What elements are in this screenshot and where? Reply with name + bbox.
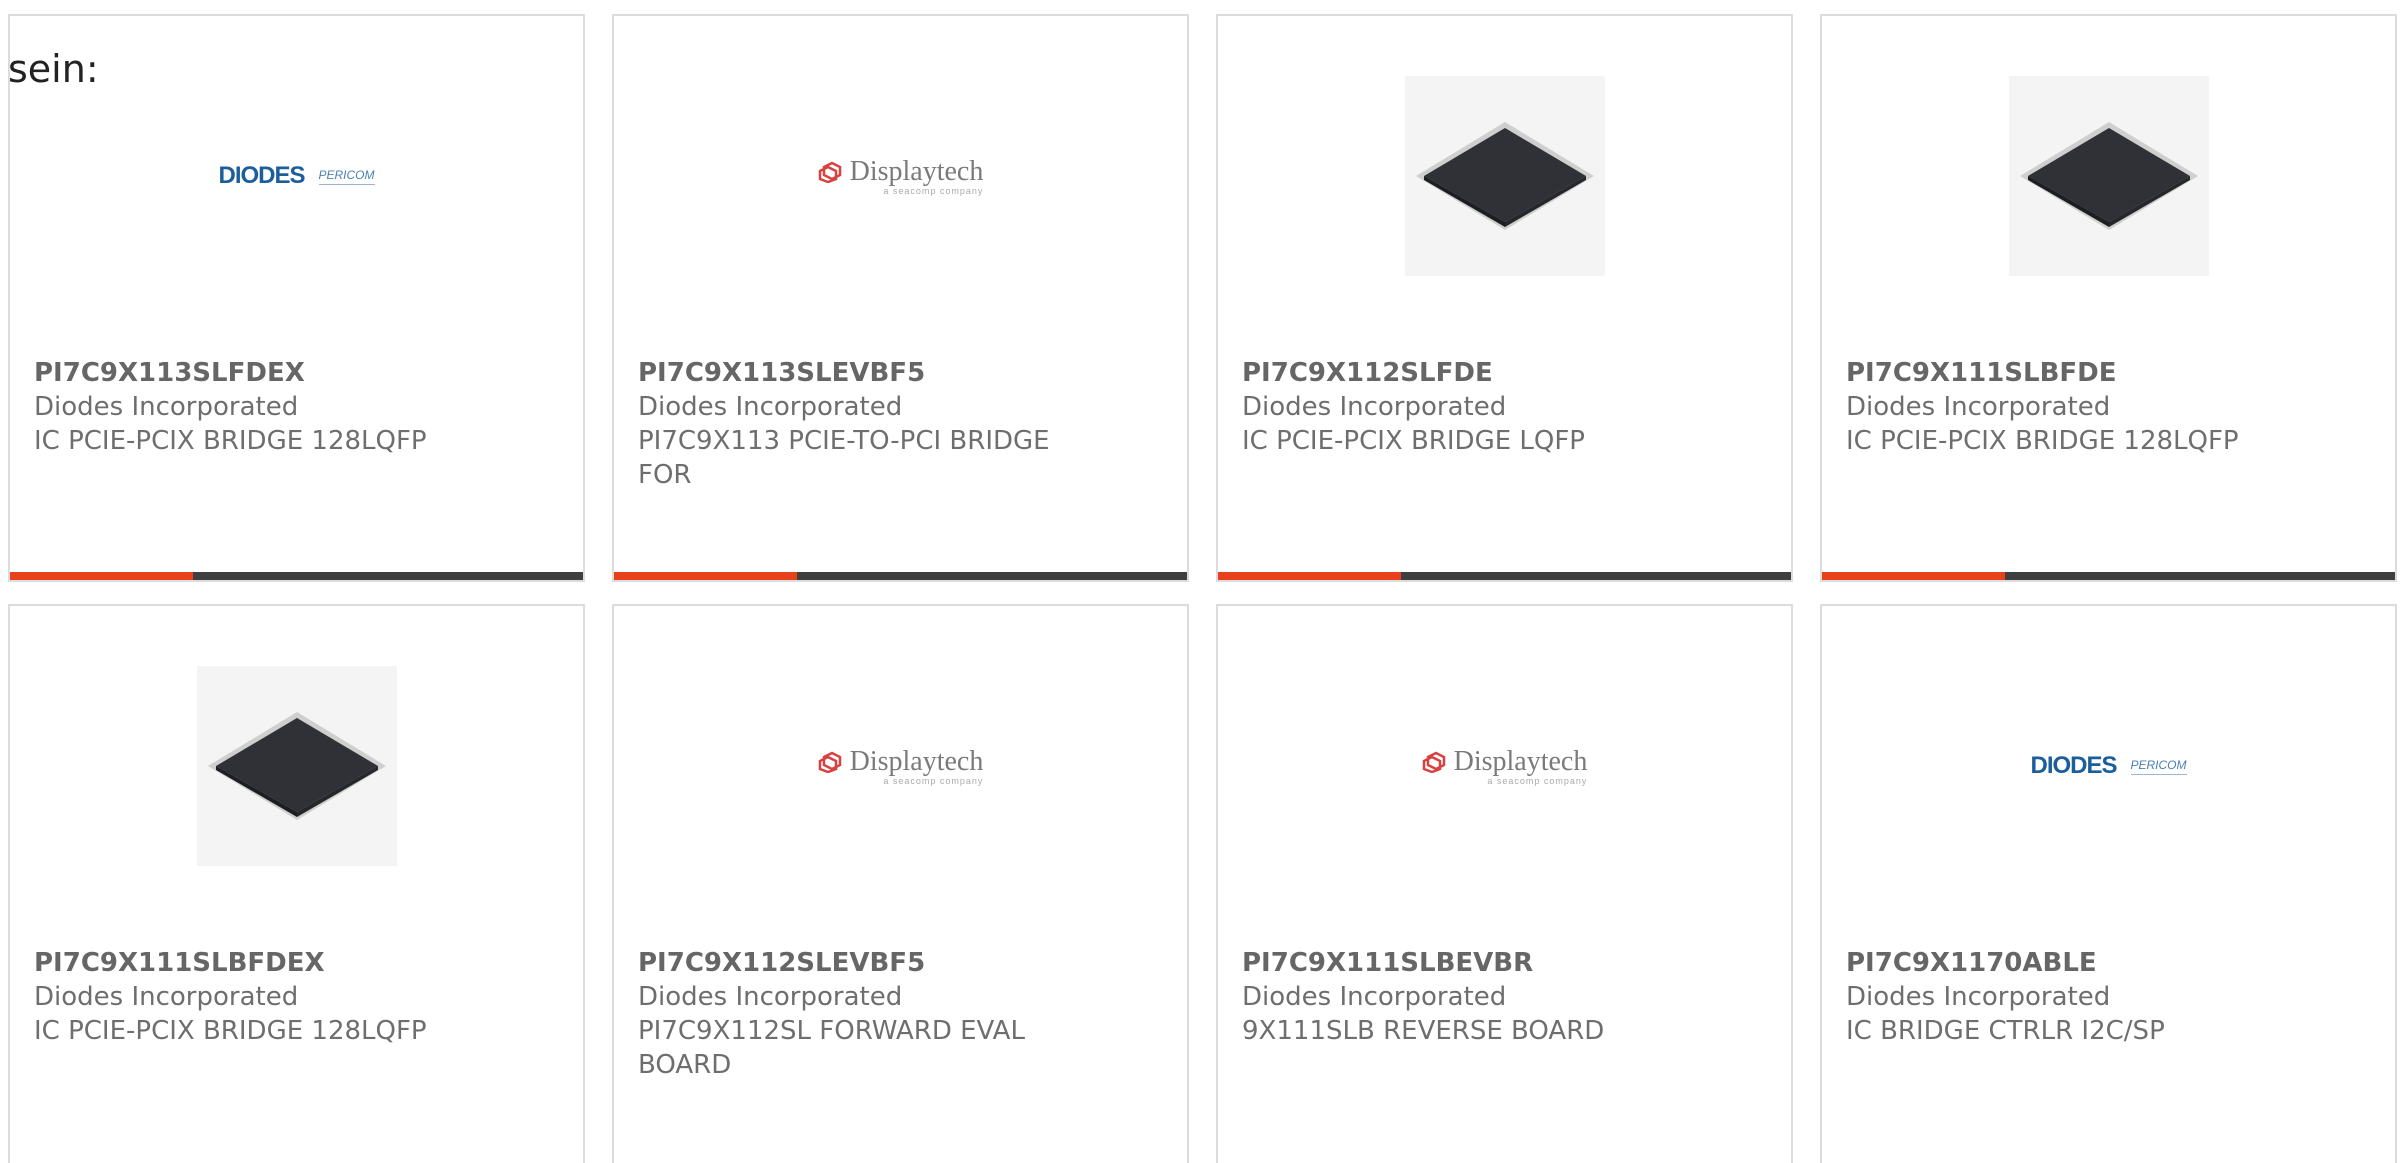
part-number-link[interactable]: PI7C9X113SLEVBF5 (638, 356, 1078, 390)
product-info: PI7C9X113SLFDEX Diodes Incorporated IC PCI… (34, 356, 474, 458)
card-footer-accent (10, 572, 193, 580)
manufacturer-name: Diodes Incorporated (34, 982, 299, 1012)
product-info: PI7C9X112SLEVBF5 Diodes Incorporated PI7C9… (638, 946, 1078, 1082)
card-footer-bar (1218, 572, 1791, 580)
product-card[interactable]: Displaytech a seacomp company PI7C9X112SLE… (612, 604, 1189, 1163)
product-info: PI7C9X1170ABLE Diodes Incorporated IC BRID… (1846, 946, 2286, 1048)
product-image[interactable]: DIODES PERICOM (10, 76, 583, 276)
lqfp-chip-icon (2008, 76, 2209, 276)
manufacturer-name: Diodes Incorporated (1846, 982, 2111, 1012)
part-number-link[interactable]: PI7C9X111SLBFDEX (34, 946, 474, 980)
logo-text: Displaytech (849, 156, 984, 187)
logo-subtext: PERICOM (2130, 758, 2187, 775)
logo-text: Displaytech (1453, 746, 1588, 777)
logo-subtext: a seacomp company (883, 776, 984, 786)
diodes-pericom-logo: DIODES PERICOM (218, 162, 375, 190)
product-card[interactable]: DIODES PERICOM PI7C9X1170ABLE Diodes Incorp… (1820, 604, 2397, 1163)
product-info: PI7C9X111SLBEVBR Diodes Incorporated 9X111… (1242, 946, 1682, 1048)
part-number-link[interactable]: PI7C9X113SLFDEX (34, 356, 474, 390)
diodes-pericom-logo: DIODES PERICOM (2030, 752, 2187, 780)
product-description: IC PCIE-PCIX BRIDGE 128LQFP (34, 1016, 427, 1046)
page: sein: DIODES PERICOM PI7C9X113SLFDEX Diodes… (0, 0, 2400, 1163)
manufacturer-name: Diodes Incorporated (1846, 392, 2111, 422)
card-footer-bar (10, 572, 583, 580)
logo-subtext: PERICOM (318, 168, 375, 185)
displaytech-mark-icon (818, 751, 841, 773)
logo-subtext: a seacomp company (883, 186, 984, 196)
manufacturer-name: Diodes Incorporated (638, 392, 903, 422)
product-card[interactable]: DIODES PERICOM PI7C9X113SLFDEX Diodes Incor… (8, 14, 585, 582)
product-info: PI7C9X111SLBFDE Diodes Incorporated IC PCI… (1846, 356, 2286, 458)
product-card[interactable]: PI7C9X112SLFDE Diodes Incorporated IC PCIE… (1216, 14, 1793, 582)
product-description: PI7C9X112SL FORWARD EVAL BOARD (638, 1016, 1025, 1080)
product-card[interactable]: PI7C9X111SLBFDEX Diodes Incorporated IC PC… (8, 604, 585, 1163)
card-footer-bar (614, 572, 1187, 580)
card-footer-accent (1822, 572, 2005, 580)
intro-text: sein: (8, 47, 99, 91)
part-number-link[interactable]: PI7C9X111SLBEVBR (1242, 946, 1682, 980)
logo-subtext: a seacomp company (1487, 776, 1588, 786)
product-card[interactable]: PI7C9X111SLBFDE Diodes Incorporated IC PCI… (1820, 14, 2397, 582)
product-image[interactable]: Displaytech a seacomp company (1218, 666, 1791, 866)
displaytech-logo: Displaytech a seacomp company (1422, 746, 1588, 786)
manufacturer-name: Diodes Incorporated (1242, 982, 1507, 1012)
manufacturer-name: Diodes Incorporated (1242, 392, 1507, 422)
product-image[interactable]: DIODES PERICOM (1822, 666, 2395, 866)
product-image[interactable] (1822, 76, 2395, 276)
logo-text: DIODES (2030, 752, 2117, 779)
product-image[interactable] (1218, 76, 1791, 276)
product-card[interactable]: Displaytech a seacomp company PI7C9X113SLE… (612, 14, 1189, 582)
product-description: IC PCIE-PCIX BRIDGE 128LQFP (34, 426, 427, 456)
product-card[interactable]: Displaytech a seacomp company PI7C9X111SLB… (1216, 604, 1793, 1163)
part-number-link[interactable]: PI7C9X1170ABLE (1846, 946, 2286, 980)
product-description: 9X111SLB REVERSE BOARD (1242, 1016, 1605, 1046)
part-number-link[interactable]: PI7C9X112SLEVBF5 (638, 946, 1078, 980)
product-info: PI7C9X111SLBFDEX Diodes Incorporated IC PC… (34, 946, 474, 1048)
product-description: PI7C9X113 PCIE-TO-PCI BRIDGE FOR (638, 426, 1050, 490)
manufacturer-name: Diodes Incorporated (34, 392, 299, 422)
part-number-link[interactable]: PI7C9X111SLBFDE (1846, 356, 2286, 390)
card-footer-accent (614, 572, 797, 580)
product-image[interactable]: Displaytech a seacomp company (614, 666, 1187, 866)
product-image[interactable]: Displaytech a seacomp company (614, 76, 1187, 276)
card-footer-accent (1218, 572, 1401, 580)
product-description: IC BRIDGE CTRLR I2C/SP (1846, 1016, 2165, 1046)
displaytech-mark-icon (1422, 751, 1445, 773)
product-info: PI7C9X112SLFDE Diodes Incorporated IC PCIE… (1242, 356, 1682, 458)
logo-text: Displaytech (849, 746, 984, 777)
lqfp-chip-icon (1404, 76, 1605, 276)
logo-text: DIODES (218, 162, 305, 189)
product-description: IC PCIE-PCIX BRIDGE LQFP (1242, 426, 1585, 456)
product-image[interactable] (10, 666, 583, 866)
displaytech-mark-icon (818, 161, 841, 183)
manufacturer-name: Diodes Incorporated (638, 982, 903, 1012)
part-number-link[interactable]: PI7C9X112SLFDE (1242, 356, 1682, 390)
lqfp-chip-icon (196, 666, 397, 866)
card-footer-bar (1822, 572, 2395, 580)
product-description: IC PCIE-PCIX BRIDGE 128LQFP (1846, 426, 2239, 456)
product-grid: DIODES PERICOM PI7C9X113SLFDEX Diodes Incor… (8, 14, 2400, 1163)
displaytech-logo: Displaytech a seacomp company (818, 156, 984, 196)
product-info: PI7C9X113SLEVBF5 Diodes Incorporated PI7C9… (638, 356, 1078, 492)
displaytech-logo: Displaytech a seacomp company (818, 746, 984, 786)
